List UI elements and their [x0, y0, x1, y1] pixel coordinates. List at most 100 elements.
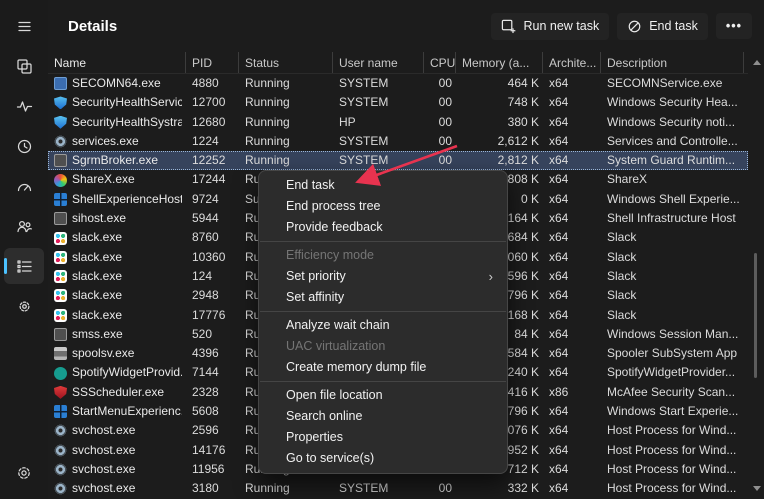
cell-arch: x86: [549, 384, 569, 399]
scroll-up-arrow-icon[interactable]: [753, 60, 761, 65]
menu-item-analyze-wait-chain[interactable]: Analyze wait chain: [259, 315, 507, 336]
window-process-icon: [54, 192, 67, 206]
process-name: services.exe: [48, 132, 186, 151]
cell-pid: 17776: [192, 307, 226, 322]
task-manager-window: Details Run new task End task ••• Name PI…: [0, 0, 764, 499]
table-row[interactable]: SECOMN64.exe 4880 Running SYSTEM 00 464 K x64 S…: [48, 74, 748, 93]
sidebar-item-settings[interactable]: [4, 455, 44, 491]
cell-user: SYSTEM: [339, 133, 389, 148]
cell-desc: Slack: [607, 268, 637, 283]
menu-item-go-to-service-s[interactable]: Go to service(s): [259, 448, 507, 469]
cell-desc: Windows Start Experie...: [607, 404, 739, 419]
cell-pid: 12700: [192, 95, 226, 110]
menu-item-label: End task: [286, 178, 335, 192]
column-header-mem[interactable]: Memory (a...: [456, 52, 543, 73]
scrollbar-thumb[interactable]: [754, 253, 757, 379]
menu-item-end-process-tree[interactable]: End process tree: [259, 196, 507, 217]
cell-desc: ShareX: [607, 172, 648, 187]
sidebar-item-services[interactable]: [4, 288, 44, 324]
more-options-button[interactable]: •••: [716, 13, 752, 39]
menu-item-create-memory-dump-file[interactable]: Create memory dump file: [259, 357, 507, 378]
table-row[interactable]: svchost.exe 3180 Running SYSTEM 00 332 K x64 Ho…: [48, 479, 748, 498]
cell-arch: x64: [549, 114, 569, 129]
menu-item-set-priority[interactable]: Set priority ›: [259, 266, 507, 287]
menu-item-label: Create memory dump file: [286, 360, 427, 374]
cell-status: Running: [245, 133, 290, 148]
end-task-button[interactable]: End task: [617, 13, 708, 40]
page-title: Details: [68, 17, 118, 35]
table-row[interactable]: SgrmBroker.exe 12252 Running SYSTEM 00 2,812 …: [48, 151, 748, 171]
generic-process-icon: [54, 328, 67, 341]
cell-arch: x64: [549, 423, 569, 438]
sidebar-item-users[interactable]: [4, 208, 44, 244]
cell-arch: x64: [549, 481, 569, 496]
cell-arch: x64: [549, 153, 569, 168]
scroll-down-arrow-icon[interactable]: [753, 486, 761, 491]
cell-desc: Slack: [607, 249, 637, 264]
table-row[interactable]: services.exe 1224 Running SYSTEM 00 2,612 K x6…: [48, 132, 748, 151]
run-new-task-button[interactable]: Run new task: [491, 13, 609, 40]
menu-item-set-affinity[interactable]: Set affinity: [259, 287, 507, 308]
process-name: spoolsv.exe: [48, 344, 186, 363]
cell-status: Running: [245, 114, 290, 129]
cell-user: SYSTEM: [339, 153, 389, 168]
cell-cpu: 00: [438, 95, 452, 110]
services-icon: [18, 300, 30, 312]
sidebar-item-processes[interactable]: [4, 48, 44, 84]
cell-mem: 380 K: [507, 114, 539, 129]
cell-desc: Windows Security noti...: [607, 114, 736, 129]
sidebar-item-details[interactable]: [4, 248, 44, 284]
end-task-icon: [628, 20, 641, 32]
menu-item-end-task[interactable]: End task: [259, 175, 507, 196]
cell-desc: Services and Controlle...: [607, 133, 738, 148]
process-name: SgrmBroker.exe: [48, 151, 186, 170]
table-row[interactable]: SecurityHealthSystra... 12680 Running HP 00 3…: [48, 113, 748, 132]
cell-arch: x64: [549, 461, 569, 476]
column-header-status[interactable]: Status: [239, 52, 333, 73]
shield-process-icon: [54, 115, 67, 129]
process-name: svchost.exe: [48, 441, 186, 460]
gears-process-icon: [54, 424, 67, 438]
menu-item-search-online[interactable]: Search online: [259, 406, 507, 427]
menu-item-label: Provide feedback: [286, 220, 383, 234]
cell-arch: x64: [549, 268, 569, 283]
menu-button[interactable]: [4, 8, 44, 44]
performance-icon: [16, 100, 32, 112]
menu-item-properties[interactable]: Properties: [259, 427, 507, 448]
menu-item-provide-feedback[interactable]: Provide feedback: [259, 217, 507, 238]
column-header-pid[interactable]: PID: [186, 52, 239, 73]
table-row[interactable]: SecurityHealthServic... 12700 Running SYSTE…: [48, 93, 748, 112]
run-new-task-label: Run new task: [523, 19, 600, 33]
cell-arch: x64: [549, 346, 569, 361]
processes-icon: [16, 58, 32, 74]
cell-mem: 2,812 K: [497, 153, 539, 168]
column-header-cpu[interactable]: CPU: [424, 52, 456, 73]
run-new-task-icon: [502, 19, 516, 33]
column-header-arch[interactable]: Archite...: [543, 52, 601, 73]
cell-pid: 2948: [192, 288, 219, 303]
cell-arch: x64: [549, 172, 569, 187]
cell-desc: Slack: [607, 288, 637, 303]
cell-pid: 124: [192, 268, 213, 283]
sidebar-item-performance[interactable]: [4, 88, 44, 124]
sidebar-item-app-history[interactable]: [4, 128, 44, 164]
vertical-scrollbar[interactable]: [748, 52, 764, 499]
menu-item-open-file-location[interactable]: Open file location: [259, 385, 507, 406]
column-header-name[interactable]: Name: [48, 52, 186, 73]
cell-status: Running: [245, 481, 290, 496]
sidebar-item-startup-apps[interactable]: [4, 168, 44, 204]
process-name: SpotifyWidgetProvid...: [48, 363, 186, 382]
process-name: SSScheduler.exe: [48, 383, 186, 402]
cell-desc: Slack: [607, 307, 637, 322]
column-header-desc[interactable]: Description: [601, 52, 744, 73]
menu-item-label: Set priority: [286, 269, 346, 283]
menu-item-label: Efficiency mode: [286, 248, 375, 262]
process-name: ShareX.exe: [48, 170, 186, 189]
slack-process-icon: [54, 270, 67, 284]
column-header-user[interactable]: User name: [333, 52, 424, 73]
cell-arch: x64: [549, 191, 569, 206]
cell-pid: 520: [192, 326, 213, 341]
cell-pid: 14176: [192, 442, 226, 457]
submenu-chevron-icon: ›: [488, 269, 493, 284]
menu-separator: [260, 311, 506, 312]
